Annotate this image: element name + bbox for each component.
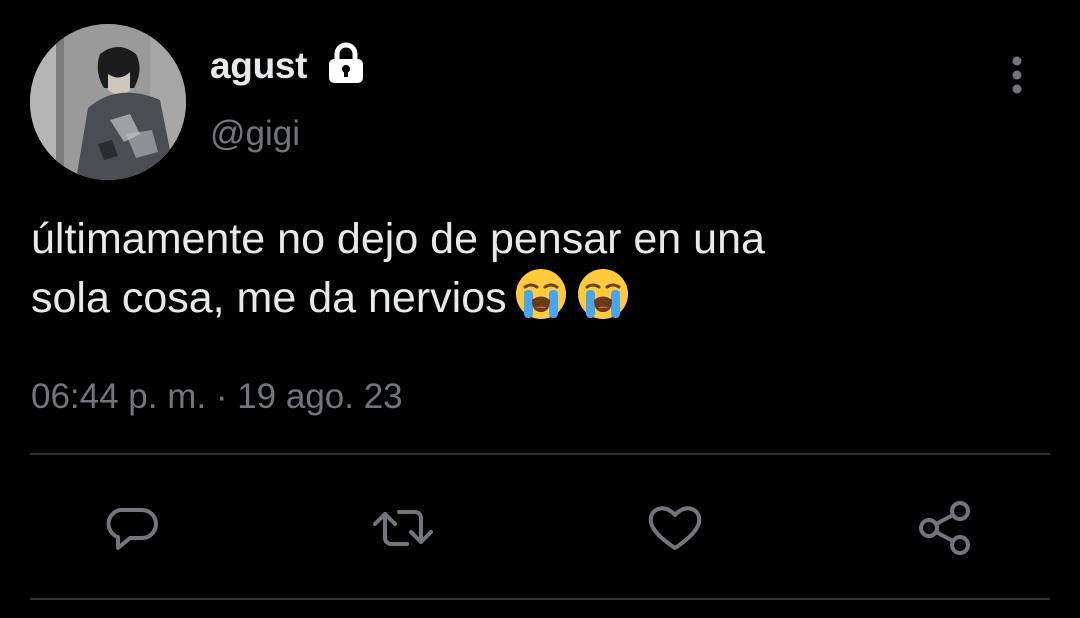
share-icon [919, 501, 970, 555]
user-handle[interactable]: @gigi [210, 113, 300, 155]
lock-icon [326, 42, 366, 84]
tweet-text-line-with-emoji: sola cosa, me da nervios [31, 268, 1041, 327]
comment-icon [106, 508, 158, 550]
display-name[interactable]: agust [210, 44, 307, 88]
heart-icon [648, 506, 702, 550]
avatar[interactable] [30, 24, 186, 180]
retweet-button[interactable] [371, 496, 435, 560]
retweet-icon [373, 510, 433, 546]
loudly-crying-face-icon [577, 268, 629, 320]
loudly-crying-face-icon [515, 268, 567, 320]
tweet-text-line: últimamente no dejo de pensar en una [31, 215, 765, 263]
divider [30, 453, 1050, 455]
tweet-text: últimamente no dejo de pensar en una sol… [31, 210, 1041, 327]
more-options-button[interactable] [996, 52, 1038, 98]
reply-button[interactable] [100, 496, 164, 560]
divider [30, 598, 1050, 600]
more-vertical-icon [1012, 56, 1022, 94]
tweet-timestamp[interactable]: 06:44 p. m. · 19 ago. 23 [31, 375, 403, 419]
share-button[interactable] [913, 496, 977, 560]
like-button[interactable] [643, 496, 707, 560]
tweet-text-line: sola cosa, me da nervios [31, 274, 507, 322]
